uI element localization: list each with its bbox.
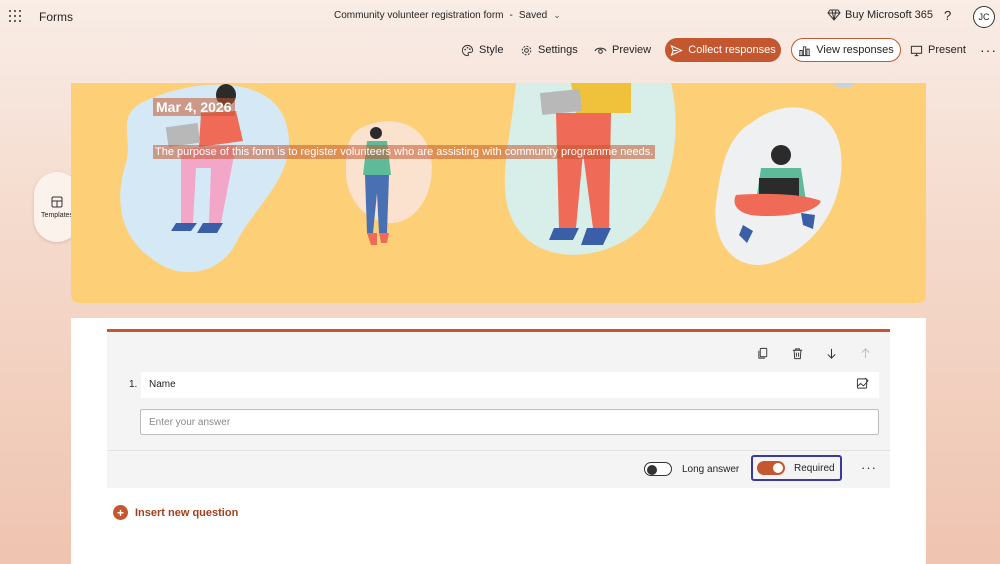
question-more-options-icon[interactable]: ···: [861, 460, 877, 475]
avatar[interactable]: JC: [973, 6, 995, 28]
required-toggle[interactable]: [757, 461, 785, 475]
toolbar: Style Settings Preview Collect responses…: [0, 38, 1000, 62]
template-layout-icon: [51, 196, 63, 207]
chevron-down-icon[interactable]: ⌄: [553, 10, 561, 21]
theme-banner: Mar 4, 2026 The purpose of this form is …: [71, 83, 926, 303]
preview-label: Preview: [612, 44, 652, 56]
save-status: Saved: [518, 10, 548, 21]
long-answer-label: Long answer: [682, 464, 740, 475]
help-icon[interactable]: ?: [944, 8, 951, 23]
required-label: Required: [794, 463, 835, 474]
question-tools: [756, 346, 872, 360]
monitor-icon: [910, 45, 923, 56]
present-button[interactable]: Present: [910, 38, 966, 62]
settings-button[interactable]: Settings: [520, 38, 578, 62]
arrow-up-icon[interactable]: [858, 346, 872, 360]
present-label: Present: [928, 44, 966, 56]
form-description[interactable]: The purpose of this form is to register …: [153, 145, 656, 159]
long-answer-toggle[interactable]: [644, 462, 672, 476]
preview-button[interactable]: Preview: [594, 38, 651, 62]
form-body: 1. Name Enter your answer Long answer Re…: [71, 318, 926, 564]
view-responses-label: View responses: [816, 44, 894, 56]
question-number: 1.: [129, 379, 138, 390]
style-label: Style: [479, 44, 504, 56]
plus-icon: +: [113, 505, 128, 520]
gear-icon: [521, 45, 532, 55]
more-options-icon[interactable]: ···: [980, 38, 997, 62]
style-button[interactable]: Style: [461, 38, 503, 62]
buy-microsoft-365-button[interactable]: Buy Microsoft 365: [827, 9, 933, 21]
app-name[interactable]: Forms: [39, 10, 73, 24]
answer-input[interactable]: Enter your answer: [140, 409, 879, 435]
question-card[interactable]: 1. Name Enter your answer Long answer Re…: [107, 329, 890, 488]
view-responses-button[interactable]: View responses: [791, 38, 901, 62]
volunteers-illustration: [120, 83, 856, 273]
question-title: Name: [149, 379, 176, 390]
delete-icon[interactable]: [790, 346, 804, 360]
insert-new-question-button[interactable]: + Insert new question: [113, 505, 238, 520]
title-separator: -: [509, 10, 513, 21]
required-toggle-group[interactable]: Required: [751, 455, 842, 481]
app-launcher-icon[interactable]: [9, 10, 21, 22]
top-bar: Forms Community volunteer registration f…: [0, 0, 1000, 34]
question-footer: Long answer Required ···: [107, 450, 890, 488]
arrow-down-icon[interactable]: [824, 346, 838, 360]
bar-chart-icon: [799, 45, 811, 56]
document-title-area[interactable]: Community volunteer registration form - …: [334, 10, 561, 21]
document-title[interactable]: Community volunteer registration form: [334, 10, 504, 21]
question-title-field[interactable]: Name: [141, 372, 879, 398]
palette-icon: [462, 44, 474, 56]
collect-responses-button[interactable]: Collect responses: [665, 38, 781, 62]
copy-icon[interactable]: [756, 346, 770, 360]
eye-icon: [594, 47, 607, 54]
insert-new-question-label: Insert new question: [135, 506, 239, 519]
collect-responses-label: Collect responses: [688, 44, 776, 56]
insert-media-icon[interactable]: [856, 377, 869, 390]
settings-label: Settings: [538, 44, 578, 56]
form-date[interactable]: Mar 4, 2026: [153, 98, 235, 116]
send-icon: [670, 44, 684, 56]
buy-label: Buy Microsoft 365: [845, 9, 934, 21]
diamond-icon: [827, 9, 841, 21]
templates-label: Templates: [41, 211, 73, 219]
